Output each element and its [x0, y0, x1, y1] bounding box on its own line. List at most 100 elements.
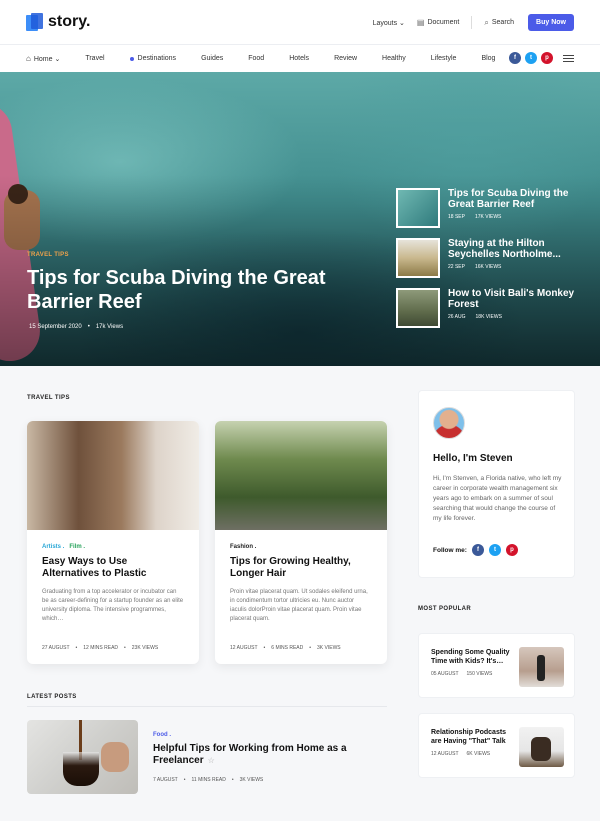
card-categories: Artists . Film . [42, 544, 184, 550]
star-icon[interactable]: ☆ [208, 756, 215, 765]
buy-now-button[interactable]: Buy Now [528, 14, 574, 31]
hero-side-post[interactable]: How to Visit Bali's Monkey Forest 26 AUG… [396, 288, 586, 330]
popular-post-date: 05 AUGUST [431, 671, 459, 677]
logo-text: story. [48, 13, 91, 30]
hero-title[interactable]: Tips for Scuba Diving the Great Barrier … [27, 266, 327, 314]
meta-separator: • [87, 324, 90, 330]
popular-post-date: 12 AUGUST [431, 751, 459, 757]
hero-category[interactable]: TRAVEL TIPS [27, 252, 69, 258]
popular-post-title[interactable]: Spending Some Quality Time with Kids? It… [431, 648, 516, 666]
meta-separator: • [183, 777, 186, 783]
meta-separator: • [263, 645, 266, 651]
hand-image [101, 742, 129, 772]
latest-post-title[interactable]: Helpful Tips for Working from Home as a … [153, 743, 373, 767]
nav-item-hotels[interactable]: Hotels [289, 54, 309, 63]
twitter-icon[interactable]: t [488, 544, 501, 556]
home-icon: ⌂ [26, 54, 31, 63]
article-excerpt: Graduating from a top accelerator or inc… [42, 589, 184, 622]
article-title[interactable]: Easy Ways to Use Alternatives to Plastic [42, 556, 184, 580]
layouts-menu[interactable]: Layouts ⌄ [373, 19, 405, 27]
article-meta: 27 AUGUST • 12 MINS READ • 23K VIEWS [42, 645, 164, 651]
nav-item-home[interactable]: ⌂ Home ⌄ [26, 54, 60, 63]
nav-item-destinations-label: Destinations [137, 55, 177, 62]
popular-post-views: 6K VIEWS [466, 751, 491, 757]
latest-post-date: 7 AUGUST [153, 777, 178, 783]
article-card[interactable]: Fashion . Tips for Growing Healthy, Long… [215, 421, 387, 664]
popular-post[interactable]: Spending Some Quality Time with Kids? It… [418, 633, 575, 698]
side-post-title[interactable]: Staying at the Hilton Seychelles Northol… [448, 238, 586, 260]
nav-item-food[interactable]: Food [248, 54, 264, 63]
latest-post-title-text: Helpful Tips for Working from Home as a … [153, 743, 347, 766]
nav-item-home-label: Home ⌄ [33, 55, 61, 63]
meta-separator: • [124, 645, 126, 651]
side-post-date: 22 SEP [448, 264, 465, 270]
author-greeting: Hello, I'm Steven [433, 453, 513, 464]
latest-post-read-time: 11 MINS READ [191, 777, 226, 783]
search-icon: ⌕ [484, 17, 489, 27]
nav-item-travel[interactable]: Travel [85, 54, 104, 63]
site-logo[interactable]: story. [26, 10, 90, 34]
logo-icon [26, 13, 44, 31]
follow-label: Follow me: [433, 546, 467, 554]
article-views: 3K VIEWS [317, 645, 341, 651]
section-title-most-popular: MOST POPULAR [418, 606, 472, 612]
post-thumbnail [396, 238, 440, 278]
article-image[interactable] [27, 421, 199, 530]
side-post-views: 17K VIEWS [474, 214, 502, 220]
category-tag[interactable]: Artists . [42, 544, 64, 550]
main-nav: ⌂ Home ⌄ Travel Destinations Guides Food … [0, 45, 600, 72]
nav-item-guides[interactable]: Guides [201, 54, 223, 63]
category-tag[interactable]: Fashion . [230, 544, 256, 550]
category-tag[interactable]: Film . [69, 544, 85, 550]
article-image[interactable] [215, 421, 387, 530]
latest-post-views: 3K VIEWS [239, 777, 264, 783]
hero-side-posts: Tips for Scuba Diving the Great Barrier … [396, 188, 586, 338]
article-card[interactable]: Artists . Film . Easy Ways to Use Altern… [27, 421, 199, 664]
latest-post-meta: 7 AUGUST • 11 MINS READ • 3K VIEWS [153, 777, 269, 783]
side-post-date: 26 AUG [448, 314, 466, 320]
post-thumbnail [396, 288, 440, 328]
latest-post-image[interactable] [27, 720, 138, 794]
hero-banner[interactable]: TRAVEL TIPS Tips for Scuba Diving the Gr… [0, 72, 600, 366]
article-meta: 12 AUGUST • 6 MINS READ • 3K VIEWS [230, 645, 347, 651]
pinterest-icon[interactable]: p [505, 544, 518, 556]
popular-post-title[interactable]: Relationship Podcasts are Having "That" … [431, 728, 516, 746]
nav-item-lifestyle[interactable]: Lifestyle [431, 54, 457, 63]
nav-socials: f t p [505, 52, 574, 64]
section-divider [27, 706, 387, 707]
side-post-date: 18 SEP [448, 214, 465, 220]
facebook-icon[interactable]: f [509, 52, 521, 64]
nav-item-review[interactable]: Review [334, 54, 357, 63]
nav-item-destinations[interactable]: Destinations [129, 54, 177, 63]
twitter-icon[interactable]: t [525, 52, 537, 64]
popular-post[interactable]: Relationship Podcasts are Having "That" … [418, 713, 575, 778]
hero-side-post[interactable]: Tips for Scuba Diving the Great Barrier … [396, 188, 586, 230]
hamburger-menu-icon[interactable] [563, 53, 574, 64]
popular-post-thumbnail[interactable] [519, 647, 564, 687]
author-widget: Hello, I'm Steven Hi, I'm Stenven, a Flo… [418, 390, 575, 578]
popular-post-views: 150 VIEWS [466, 671, 493, 677]
nav-item-healthy[interactable]: Healthy [382, 54, 406, 63]
coffee-jar-image [63, 752, 99, 786]
pinterest-icon[interactable]: p [541, 52, 553, 64]
popular-post-thumbnail[interactable] [519, 727, 564, 767]
nav-item-blog[interactable]: Blog [481, 54, 495, 63]
side-post-title[interactable]: Tips for Scuba Diving the Great Barrier … [448, 188, 586, 210]
search-link[interactable]: ⌕ Search [484, 18, 514, 28]
article-excerpt: Proin vitae placerat quam. Ut sodales el… [230, 589, 368, 622]
side-post-title[interactable]: How to Visit Bali's Monkey Forest [448, 288, 586, 310]
hero-side-post[interactable]: Staying at the Hilton Seychelles Northol… [396, 238, 586, 280]
article-views: 23K VIEWS [131, 645, 159, 651]
document-label: Document [427, 19, 460, 26]
facebook-icon[interactable]: f [471, 544, 484, 556]
hero-date: 15 September 2020 [29, 324, 82, 330]
hero-meta: 15 September 2020 • 17k Views [29, 324, 123, 330]
document-icon: ▤ [416, 18, 425, 27]
search-label: Search [491, 19, 515, 26]
document-link[interactable]: ▤ Document [417, 18, 459, 27]
article-read-time: 12 MINS READ [83, 645, 119, 651]
latest-post-category[interactable]: Food . [153, 732, 171, 738]
article-title[interactable]: Tips for Growing Healthy, Longer Hair [230, 556, 372, 580]
author-bio: Hi, I'm Stenven, a Florida native, who l… [433, 475, 562, 522]
post-thumbnail [396, 188, 440, 228]
